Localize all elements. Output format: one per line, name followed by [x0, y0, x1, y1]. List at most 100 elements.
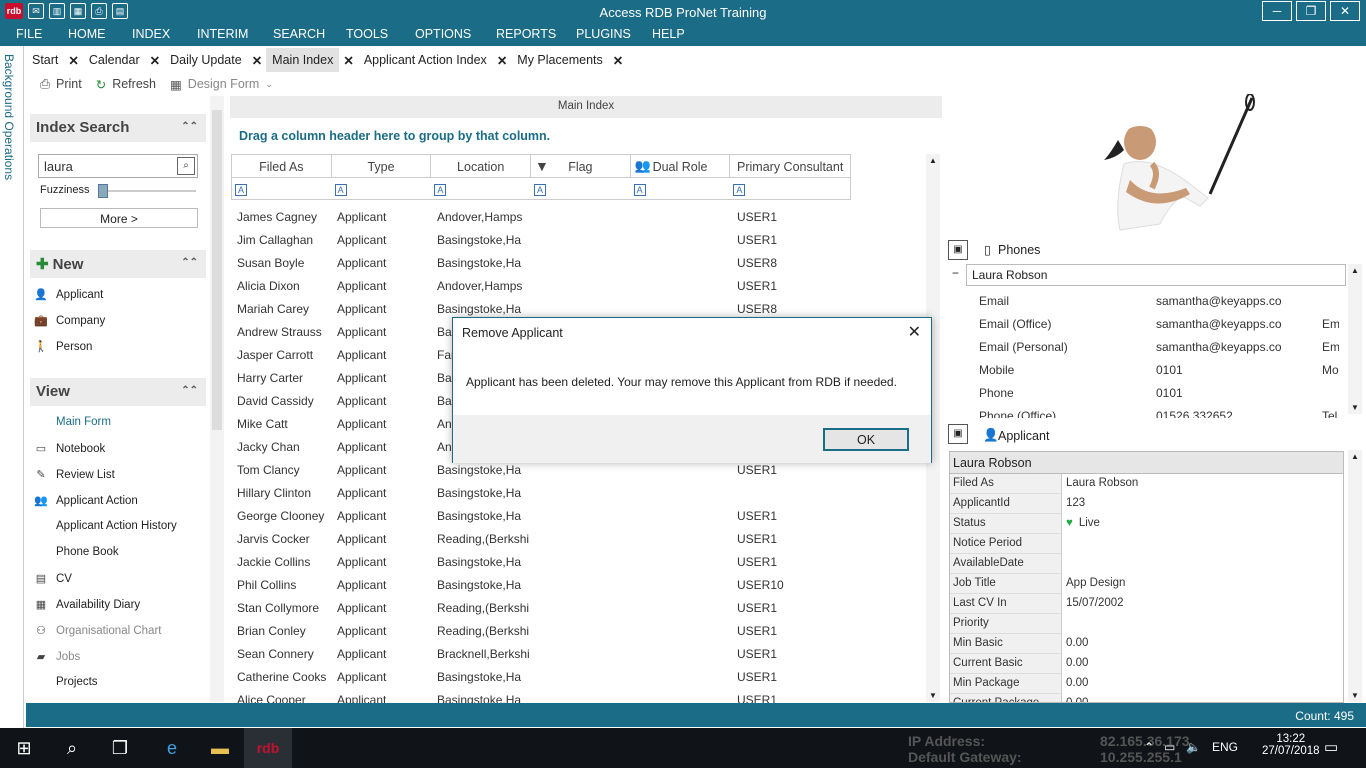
- table-row[interactable]: Susan Boyle Applicant Basingstoke,Ha USER8: [231, 251, 851, 274]
- tray-arrow-icon[interactable]: ⌃: [1144, 740, 1154, 754]
- close-icon[interactable]: ✕: [1330, 1, 1360, 21]
- phone-row[interactable]: Mobile 0101 Mo: [979, 363, 1339, 381]
- collapse-contact-icon[interactable]: −: [952, 266, 959, 280]
- more-button[interactable]: More >: [40, 208, 198, 228]
- table-row[interactable]: Alice Cooper Applicant Basingstoke,Ha USER1: [231, 688, 851, 704]
- column-location[interactable]: Location: [431, 155, 532, 177]
- table-row[interactable]: Hillary Clinton Applicant Basingstoke,Ha: [231, 481, 851, 504]
- language-indicator[interactable]: ENG: [1212, 740, 1238, 754]
- phones-scrollbar[interactable]: ▲ ▼: [1348, 264, 1362, 414]
- windows-start-icon[interactable]: ⊞: [0, 728, 48, 768]
- table-row[interactable]: Jim Callaghan Applicant Basingstoke,Ha USER…: [231, 228, 851, 251]
- scroll-up-icon[interactable]: ▲: [929, 156, 937, 165]
- network-icon[interactable]: ▭: [1164, 740, 1175, 754]
- tab-applicant-action-index[interactable]: Applicant Action Index: [358, 48, 493, 72]
- view-applicant-action[interactable]: 👥 Applicant Action: [34, 494, 138, 508]
- view-organisational-chart[interactable]: ⚇ Organisational Chart: [34, 624, 161, 638]
- applicant-field-row[interactable]: Current Package 0.00: [950, 694, 1343, 702]
- ok-button[interactable]: OK: [823, 428, 909, 451]
- new-applicant[interactable]: 👤 Applicant: [34, 288, 103, 302]
- filter-text-icon[interactable]: A: [235, 184, 247, 196]
- new-company[interactable]: 💼 Company: [34, 314, 105, 328]
- left-panel-scrollbar[interactable]: [210, 96, 224, 702]
- fuzziness-slider[interactable]: [98, 184, 196, 198]
- table-row[interactable]: Stan Collymore Applicant Reading,(Berkshi U…: [231, 596, 851, 619]
- close-tab-icon[interactable]: ✕: [493, 48, 511, 72]
- filter-text-icon[interactable]: A: [733, 184, 746, 196]
- tab-daily-update[interactable]: Daily Update: [164, 48, 248, 72]
- view-cv[interactable]: ▤ CV: [34, 572, 72, 586]
- new-header[interactable]: ✚ New ⌃⌃: [30, 250, 206, 278]
- new-person[interactable]: 🚶 Person: [34, 340, 92, 354]
- applicant-field-row[interactable]: Min Basic 0.00: [950, 634, 1343, 654]
- filter-text-icon[interactable]: A: [633, 184, 646, 196]
- file-explorer-icon[interactable]: ▬: [196, 728, 244, 768]
- applicant-field-row[interactable]: Current Basic 0.00: [950, 654, 1343, 674]
- volume-icon[interactable]: 🔈: [1186, 740, 1201, 754]
- column-flag[interactable]: ▼ Flag: [531, 155, 631, 177]
- filter-icon[interactable]: ▼: [535, 158, 549, 174]
- view-applicant-action-history[interactable]: Applicant Action History: [34, 520, 177, 532]
- phone-row[interactable]: Email (Office) samantha@keyapps.co Em: [979, 317, 1339, 335]
- table-row[interactable]: Catherine Cooks Applicant Basingstoke,Ha US…: [231, 665, 851, 688]
- slider-thumb[interactable]: [98, 184, 108, 198]
- close-tab-icon[interactable]: ✕: [609, 48, 627, 72]
- tab-start[interactable]: Start: [26, 48, 64, 72]
- table-row[interactable]: Phil Collins Applicant Basingstoke,Ha USER1…: [231, 573, 851, 596]
- filter-text-icon[interactable]: A: [334, 184, 347, 196]
- phones-contact[interactable]: Laura Robson: [966, 264, 1346, 286]
- view-header[interactable]: View ⌃⌃: [30, 378, 206, 406]
- view-review-list[interactable]: ✎ Review List: [34, 468, 114, 482]
- expand-panel-icon[interactable]: ▣: [948, 424, 968, 444]
- column-dual-role[interactable]: 👥 Dual Role: [631, 155, 731, 177]
- menu-interim[interactable]: INTERIM: [197, 24, 248, 41]
- refresh-button[interactable]: ↻ Refresh: [96, 74, 156, 94]
- close-tab-icon[interactable]: ✕: [146, 48, 164, 72]
- close-tab-icon[interactable]: ✕: [339, 48, 357, 72]
- menu-tools[interactable]: TOOLS: [346, 24, 388, 41]
- table-row[interactable]: Jackie Collins Applicant Basingstoke,Ha USE…: [231, 550, 851, 573]
- tab-main-index[interactable]: Main Index: [266, 48, 340, 72]
- applicant-field-row[interactable]: Last CV In 15/07/2002: [950, 594, 1343, 614]
- scroll-up-icon[interactable]: ▲: [1351, 452, 1359, 461]
- scroll-down-icon[interactable]: ▼: [929, 691, 937, 700]
- table-row[interactable]: Sean Connery Applicant Bracknell,Berkshi US…: [231, 642, 851, 665]
- column-type[interactable]: Type: [332, 155, 432, 177]
- menu-help[interactable]: HELP: [652, 24, 685, 41]
- close-tab-icon[interactable]: ✕: [64, 48, 82, 72]
- applicant-scrollbar[interactable]: ▲ ▼: [1348, 450, 1362, 702]
- design-form-button[interactable]: ▦ Design Form ⌄: [170, 74, 273, 94]
- menu-search[interactable]: SEARCH: [273, 24, 325, 41]
- table-row[interactable]: George Clooney Applicant Basingstoke,Ha USE…: [231, 504, 851, 527]
- phone-row[interactable]: Email samantha@keyapps.co: [979, 294, 1339, 312]
- column-filed-as[interactable]: Filed As: [232, 155, 332, 177]
- menu-plugins[interactable]: PLUGINS: [576, 24, 631, 41]
- scroll-down-icon[interactable]: ▼: [1351, 403, 1359, 412]
- notifications-icon[interactable]: ▭: [1324, 738, 1338, 756]
- expand-panel-icon[interactable]: ▣: [948, 240, 968, 260]
- clock[interactable]: 13:22 27/07/2018: [1262, 733, 1320, 757]
- close-tab-icon[interactable]: ✕: [248, 48, 266, 72]
- phone-row[interactable]: Phone 0101: [979, 386, 1339, 404]
- view-notebook[interactable]: ▭ Notebook: [34, 442, 105, 456]
- restore-icon[interactable]: ❐: [1296, 1, 1326, 21]
- view-jobs[interactable]: ▰ Jobs: [34, 650, 81, 664]
- menu-home[interactable]: HOME: [68, 24, 106, 41]
- scroll-down-icon[interactable]: ▼: [1351, 691, 1359, 700]
- applicant-field-row[interactable]: AvailableDate: [950, 554, 1343, 574]
- table-row[interactable]: Jarvis Cocker Applicant Reading,(Berkshi US…: [231, 527, 851, 550]
- view-availability-diary[interactable]: ▦ Availability Diary: [34, 598, 140, 612]
- menu-options[interactable]: OPTIONS: [415, 24, 471, 41]
- applicant-field-row[interactable]: Status ♥ Live: [950, 514, 1343, 534]
- scroll-up-icon[interactable]: ▲: [1351, 266, 1359, 275]
- applicant-field-row[interactable]: Notice Period: [950, 534, 1343, 554]
- applicant-field-row[interactable]: Priority: [950, 614, 1343, 634]
- applicant-field-row[interactable]: Filed As Laura Robson: [950, 474, 1343, 494]
- search-input[interactable]: laura ⌕: [38, 154, 198, 178]
- tab-my-placements[interactable]: My Placements: [511, 48, 608, 72]
- minimize-icon[interactable]: ─: [1262, 1, 1292, 21]
- view-phone-book[interactable]: Phone Book: [34, 546, 119, 558]
- scroll-thumb[interactable]: [212, 110, 222, 430]
- rdb-app-icon[interactable]: rdb: [244, 728, 292, 768]
- table-row[interactable]: Brian Conley Applicant Reading,(Berkshi USE…: [231, 619, 851, 642]
